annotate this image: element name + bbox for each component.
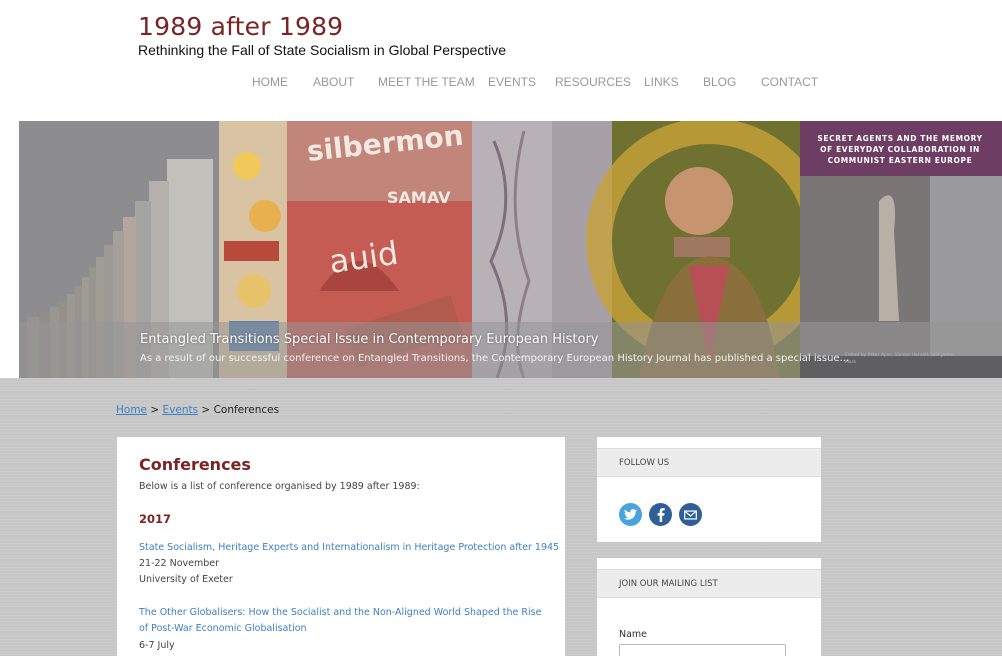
breadcrumb: Home > Events > Conferences [116, 404, 279, 416]
mural-word-1: silbermon [305, 121, 465, 168]
nav-blog[interactable]: BLOG [703, 75, 736, 89]
breadcrumb-separator: > [150, 404, 160, 416]
intro-text: Below is a list of conference organised … [139, 481, 420, 492]
mailing-list-header: JOIN OUR MAILING LIST [597, 569, 821, 598]
breadcrumb-home[interactable]: Home [116, 404, 147, 416]
year-heading: 2017 [139, 512, 172, 526]
conference-location: University of Exeter [139, 574, 233, 585]
name-label: Name [619, 629, 648, 640]
conference-date: 6-7 July [139, 640, 175, 651]
banner-slideshow[interactable]: silbermon SAMAV auid SECRET AGENTS AND T… [19, 121, 1002, 378]
breadcrumb-events[interactable]: Events [163, 404, 199, 416]
nav-events[interactable]: EVENTS [488, 75, 536, 89]
nav-contact[interactable]: CONTACT [761, 75, 818, 89]
mailing-list-heading: JOIN OUR MAILING LIST [619, 579, 718, 589]
book-cover-title: SECRET AGENTS AND THE MEMORY OF EVERYDAY… [817, 134, 983, 165]
site-header: 1989 after 1989 Rethinking the Fall of S… [0, 0, 1002, 121]
conference-link[interactable]: The Other Globalisers: How the Socialist… [139, 605, 549, 637]
nav-home[interactable]: HOME [252, 75, 288, 89]
conference-link[interactable]: State Socialism, Heritage Experts and In… [139, 540, 559, 556]
name-input[interactable] [619, 644, 786, 656]
nav-links[interactable]: LINKS [644, 75, 679, 89]
conference-date: 21-22 November [139, 558, 220, 569]
facebook-icon[interactable] [649, 503, 672, 526]
nav-about[interactable]: ABOUT [313, 75, 354, 89]
nav-meet-the-team[interactable]: MEET THE TEAM [378, 75, 475, 89]
email-icon[interactable] [679, 503, 702, 526]
nav-resources[interactable]: RESOURCES [555, 75, 631, 89]
mailing-list-widget: JOIN OUR MAILING LIST Name [597, 558, 821, 656]
twitter-icon[interactable] [619, 503, 642, 526]
main-nav: HOME ABOUT MEET THE TEAM EVENTS RESOURCE… [0, 75, 1002, 91]
follow-us-heading: FOLLOW US [619, 458, 670, 468]
follow-us-widget: FOLLOW US [597, 437, 821, 542]
breadcrumb-current: Conferences [213, 404, 280, 416]
follow-us-header: FOLLOW US [597, 448, 821, 477]
mural-word-3: auid [327, 234, 401, 281]
banner-caption-band [19, 322, 1002, 378]
main-content-box: Conferences Below is a list of conferenc… [117, 437, 565, 656]
site-title[interactable]: 1989 after 1989 [138, 12, 343, 41]
page-title: Conferences [139, 455, 251, 474]
breadcrumb-separator: > [201, 404, 211, 416]
mural-word-2: SAMAV [387, 188, 451, 207]
banner-caption-title[interactable]: Entangled Transitions Special Issue in C… [140, 332, 599, 347]
site-tagline: Rethinking the Fall of State Socialism i… [138, 42, 507, 58]
banner-caption-text: As a result of our successful conference… [140, 353, 850, 364]
